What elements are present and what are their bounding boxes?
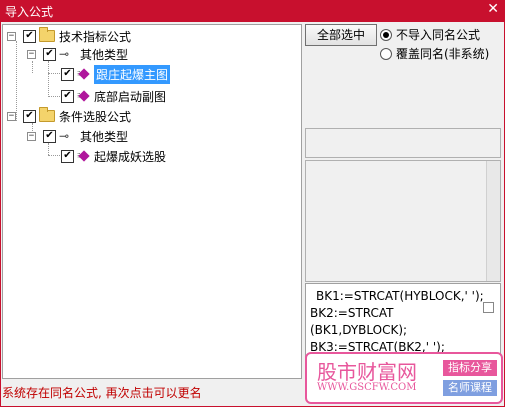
tree-node-label: 条件选股公式 (59, 109, 132, 124)
status-message: 系统存在同名公式, 再次点击可以更名 (2, 386, 202, 400)
tree-expander[interactable]: − (7, 32, 16, 41)
watermark-tag-course: 名师课程 (443, 380, 497, 396)
tree-connector (32, 61, 33, 73)
tree-node-technical[interactable]: ✔ 技术指标公式 (23, 27, 131, 45)
scrollbar[interactable] (486, 161, 500, 281)
folder-icon (39, 107, 55, 122)
close-icon[interactable]: ✕ (487, 1, 499, 17)
code-line: (BK1,DYBLOCK); (310, 323, 408, 337)
radio-no-import-row[interactable]: 不导入同名公式 (380, 26, 480, 43)
radio-no-import[interactable] (380, 28, 392, 41)
tree-node-label: 跟庄起爆主图 (94, 64, 171, 84)
tree-node-label: 技术指标公式 (59, 29, 132, 44)
radio-overwrite-label: 覆盖同名(非系统) (396, 47, 490, 61)
site-watermark: 股市财富网 WWW.GSCFW.COM 指标分享 名师课程 (305, 352, 503, 404)
tree-checkbox[interactable]: ✔ (43, 47, 56, 61)
watermark-title: 股市财富网 (317, 360, 417, 384)
watermark-tag-share: 指标分享 (443, 360, 497, 376)
radio-no-import-label: 不导入同名公式 (396, 28, 481, 42)
tree-connector (16, 41, 17, 121)
description-panel (305, 160, 501, 282)
key-icon: ⊸ (59, 47, 69, 61)
tree-node-other-2[interactable]: ✔ ⊸ 其他类型 (43, 127, 128, 145)
tree-checkbox[interactable]: ✔ (23, 29, 36, 43)
radio-overwrite-row[interactable]: 覆盖同名(非系统) (380, 45, 489, 62)
watermark-url: WWW.GSCFW.COM (317, 382, 417, 393)
tree-node-other-1[interactable]: ✔ ⊸ 其他类型 (43, 45, 128, 63)
tree-connector (48, 96, 60, 97)
tree-node-breakout-screen[interactable]: ✔ ⁝⁝ 起爆成妖选股 (61, 147, 166, 165)
tree-node-main-chart[interactable]: ✔ ⁝⁝ 跟庄起爆主图 (61, 64, 171, 84)
key-icon: ⊸ (59, 129, 69, 143)
tree-connector (48, 73, 60, 74)
tree-node-label: 其他类型 (80, 47, 129, 62)
tree-checkbox[interactable]: ✔ (23, 109, 36, 123)
tree-connector (48, 61, 49, 97)
select-all-button[interactable]: 全部选中 (305, 24, 377, 46)
name-field[interactable] (305, 128, 501, 158)
tree-expander[interactable]: − (27, 50, 36, 59)
tree-node-screening[interactable]: ✔ 条件选股公式 (23, 107, 131, 125)
code-line: BK2:=STRCAT (310, 306, 394, 320)
radio-overwrite[interactable] (380, 47, 392, 60)
code-line: BK1:=STRCAT(HYBLOCK,' '); (316, 289, 484, 303)
tree-checkbox[interactable]: ✔ (61, 67, 74, 81)
tree-connector (48, 155, 60, 156)
tree-node-label: 底部启动副图 (94, 89, 167, 104)
tree-expander[interactable]: − (7, 112, 16, 121)
tree-checkbox[interactable]: ✔ (43, 129, 56, 143)
tree-node-label: 起爆成妖选股 (94, 149, 167, 164)
folder-icon (39, 27, 55, 42)
tree-node-label: 其他类型 (80, 129, 129, 144)
window-title: 导入公式 (5, 5, 54, 19)
formula-tree[interactable]: − ✔ 技术指标公式 − ✔ ⊸ 其他类型 ✔ ⁝⁝ 跟庄起爆主图 ✔ ⁝⁝ 底… (2, 24, 302, 379)
title-bar: 导入公式 ✕ (0, 0, 505, 22)
tree-checkbox[interactable]: ✔ (61, 149, 74, 163)
formula-icon: ⁝⁝ (77, 150, 91, 162)
code-checkbox[interactable] (483, 302, 494, 313)
formula-icon: ⁝⁝ (77, 68, 91, 80)
tree-expander[interactable]: − (27, 132, 36, 141)
tree-checkbox[interactable]: ✔ (61, 89, 74, 103)
formula-icon: ⁝⁝ (77, 90, 91, 102)
tree-node-sub-chart[interactable]: ✔ ⁝⁝ 底部启动副图 (61, 87, 166, 105)
